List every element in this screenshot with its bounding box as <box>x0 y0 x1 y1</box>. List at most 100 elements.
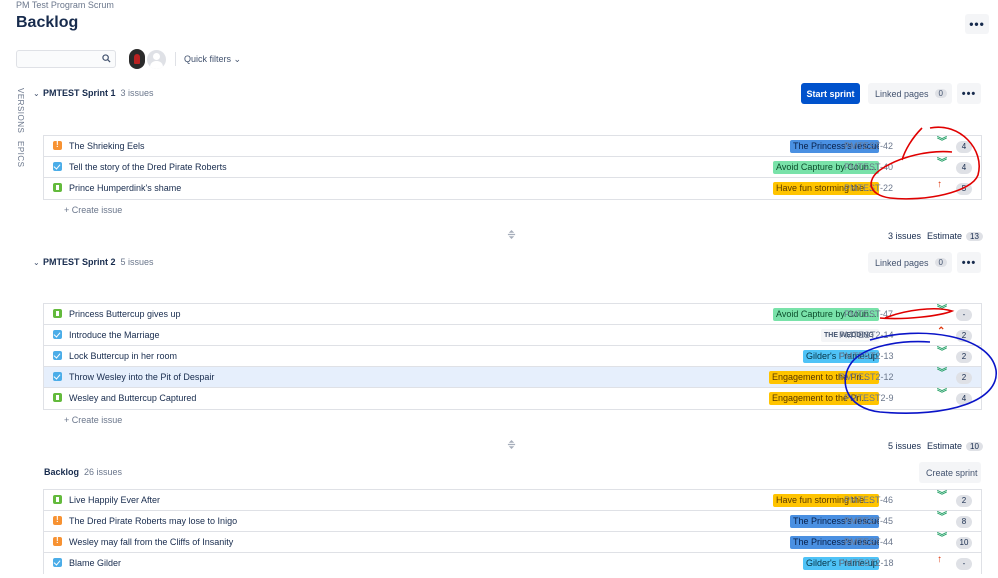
story-points-badge: 2 <box>956 495 972 507</box>
divider <box>175 52 176 66</box>
issue-key[interactable]: PMTEST-46 <box>844 495 893 505</box>
priority-low-icon: ︾ <box>937 491 947 502</box>
chevron-down-icon[interactable]: ⌄ <box>33 89 41 98</box>
issue-key[interactable]: PMTEST2-13 <box>839 351 894 361</box>
issue-summary[interactable]: Blame Gilder <box>69 558 121 568</box>
page-title: Backlog <box>16 14 79 31</box>
story-points-badge: 8 <box>956 516 972 528</box>
task-type-icon <box>53 330 62 339</box>
priority-low-icon: ︾ <box>937 158 947 169</box>
start-sprint-button[interactable]: Start sprint <box>801 83 860 104</box>
issue-key[interactable]: PMTEST2-9 <box>844 393 894 403</box>
issue-summary[interactable]: Introduce the Marriage <box>69 330 160 340</box>
issue-summary[interactable]: The Shrieking Eels <box>69 141 145 151</box>
issue-row[interactable]: Wesley and Buttercup Captured Engagement … <box>44 388 981 409</box>
story-points-badge: 4 <box>956 141 972 153</box>
drag-handle-icon[interactable] <box>507 440 516 449</box>
search-icon <box>102 54 111 63</box>
story-type-icon <box>53 393 62 402</box>
story-points-badge: 4 <box>956 162 972 174</box>
issue-key[interactable]: PMTEST-40 <box>844 162 893 172</box>
story-points-badge: - <box>956 558 972 570</box>
issue-summary[interactable]: Lock Buttercup in her room <box>69 351 177 361</box>
quick-filters-dropdown[interactable]: Quick filters ⌄ <box>184 54 241 65</box>
issue-row[interactable]: Lock Buttercup in her room Gilder's Frame… <box>44 346 981 367</box>
footer-estimate-label: Estimate <box>927 231 963 241</box>
story-points-badge: 2 <box>956 330 972 342</box>
issue-key[interactable]: PMTEST-45 <box>844 516 893 526</box>
sprint-header[interactable]: ⌄ PMTEST Sprint 2 5 issues <box>33 257 154 267</box>
issue-row[interactable]: Introduce the Marriage THE WEDDING PMTEST2… <box>44 325 981 346</box>
create-sprint-button[interactable]: Create sprint <box>919 462 981 483</box>
issue-row[interactable]: Blame Gilder Gilder's Frame-up PMTEST2-18 ↑… <box>44 553 981 574</box>
priority-high-icon: ↑ <box>937 179 942 190</box>
breadcrumb[interactable]: PM Test Program Scrum <box>16 0 114 10</box>
priority-low-icon: ︾ <box>937 347 947 358</box>
backlog-name: Backlog <box>44 467 80 477</box>
issue-row[interactable]: Throw Wesley into the Pit of Despair Enga… <box>44 367 981 388</box>
epics-tab[interactable]: EPICS <box>16 141 25 168</box>
story-points-badge: - <box>956 309 972 321</box>
issue-summary[interactable]: The Dred Pirate Roberts may lose to Inig… <box>69 516 237 526</box>
bug-type-icon <box>53 140 62 150</box>
sprint-issue-count: 5 issues <box>120 257 154 267</box>
issue-summary[interactable]: Tell the story of the Dred Pirate Robert… <box>69 162 227 172</box>
sprint-issue-count: 3 issues <box>120 88 154 98</box>
backlog-header: Backlog 26 issues <box>44 467 122 477</box>
issue-summary[interactable]: Wesley and Buttercup Captured <box>69 393 196 403</box>
issue-summary[interactable]: Prince Humperdink's shame <box>69 183 181 193</box>
linked-pages-button[interactable]: Linked pages 0 <box>868 83 952 104</box>
footer-estimate-label: Estimate <box>927 441 963 451</box>
avatar-unassigned[interactable] <box>147 50 166 69</box>
search-input[interactable] <box>16 50 116 68</box>
backlog-issue-count: 26 issues <box>84 467 123 477</box>
versions-tab[interactable]: VERSIONS <box>16 88 25 133</box>
issue-row[interactable]: The Dred Pirate Roberts may lose to Inig… <box>44 511 981 532</box>
drag-handle-icon[interactable] <box>507 230 516 239</box>
bug-type-icon <box>53 536 62 546</box>
issue-key[interactable]: PMTEST-42 <box>844 141 893 151</box>
task-type-icon <box>53 558 62 567</box>
issue-key[interactable]: PMTEST-44 <box>844 537 893 547</box>
sprint-footer: 3 issues Estimate 13 <box>888 231 983 241</box>
issue-key[interactable]: PMTEST2-12 <box>839 372 894 382</box>
issue-key[interactable]: PMTEST-47 <box>844 309 893 319</box>
chevron-down-icon[interactable]: ⌄ <box>33 258 41 267</box>
issue-row[interactable]: Wesley may fall from the Cliffs of Insan… <box>44 532 981 553</box>
issue-key[interactable]: PMTEST2-18 <box>839 558 894 568</box>
issue-summary[interactable]: Princess Buttercup gives up <box>69 309 181 319</box>
issue-key[interactable]: PMTEST2-14 <box>839 330 894 340</box>
create-issue-link[interactable]: + Create issue <box>64 205 122 215</box>
issue-row[interactable]: Tell the story of the Dred Pirate Robert… <box>44 157 981 178</box>
issue-row[interactable]: The Shrieking EelsThe Princess's rescueP… <box>44 136 981 157</box>
sprint-name: PMTEST Sprint 1 <box>43 88 116 98</box>
create-issue-link[interactable]: + Create issue <box>64 415 122 425</box>
story-type-icon <box>53 495 62 504</box>
sprint-more-button[interactable]: ••• <box>957 252 981 273</box>
issue-summary[interactable]: Wesley may fall from the Cliffs of Insan… <box>69 537 233 547</box>
issue-row[interactable]: Prince Humperdink's shame Have fun stormi… <box>44 178 981 199</box>
priority-low-icon: ︾ <box>937 305 947 316</box>
sprint-name: PMTEST Sprint 2 <box>43 257 116 267</box>
priority-high-icon: ↑ <box>937 554 942 565</box>
priority-low-icon: ︾ <box>937 137 947 148</box>
page-more-button[interactable]: ••• <box>965 14 989 34</box>
issue-summary[interactable]: Throw Wesley into the Pit of Despair <box>69 372 214 382</box>
task-type-icon <box>53 351 62 360</box>
footer-estimate-total: 10 <box>966 442 983 451</box>
footer-issue-count: 3 issues <box>888 231 922 241</box>
issue-key[interactable]: PMTEST-22 <box>844 183 893 193</box>
avatar[interactable] <box>129 49 145 69</box>
linked-pages-button[interactable]: Linked pages 0 <box>868 252 952 273</box>
linked-pages-label: Linked pages <box>875 88 929 99</box>
bug-type-icon <box>53 515 62 525</box>
issue-summary[interactable]: Live Happily Ever After <box>69 495 160 505</box>
issue-row[interactable]: Live Happily Ever After Have fun storming… <box>44 490 981 511</box>
story-points-badge: 10 <box>956 537 972 549</box>
priority-low-icon: ︾ <box>937 389 947 400</box>
sprint-more-button[interactable]: ••• <box>957 83 981 104</box>
issue-row[interactable]: Princess Buttercup gives up Avoid Capture… <box>44 304 981 325</box>
sprint-header[interactable]: ⌄ PMTEST Sprint 1 3 issues <box>33 88 154 98</box>
issue-list: Princess Buttercup gives up Avoid Capture… <box>43 303 982 410</box>
sprint-footer: 5 issues Estimate 10 <box>888 441 983 451</box>
